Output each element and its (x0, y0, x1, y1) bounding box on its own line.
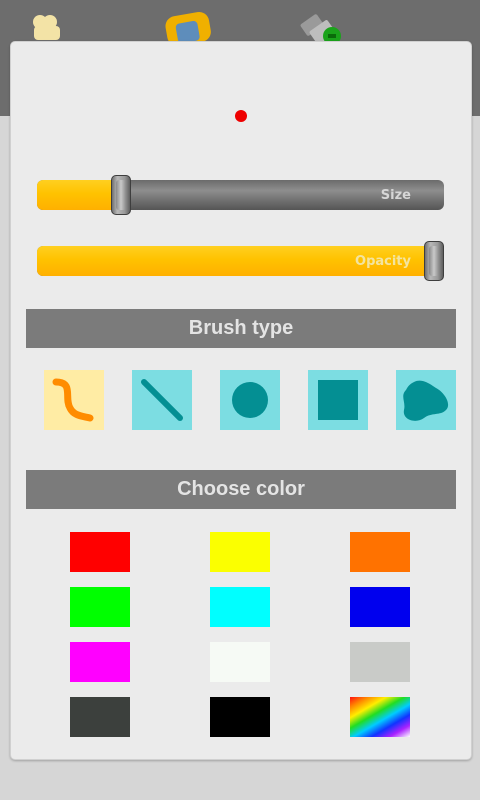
color-swatch-red[interactable] (70, 532, 130, 572)
opacity-slider-thumb[interactable] (424, 241, 444, 281)
color-swatch-white[interactable] (210, 642, 270, 682)
color-swatch-rainbow[interactable] (350, 697, 410, 737)
color-swatch-black[interactable] (210, 697, 270, 737)
brush-type-header: Brush type (26, 309, 456, 348)
size-slider-fill (37, 180, 121, 210)
brush-circle[interactable] (220, 370, 280, 430)
brush-square[interactable] (308, 370, 368, 430)
color-swatch-magenta[interactable] (70, 642, 130, 682)
size-slider-thumb[interactable] (110, 175, 131, 215)
size-slider-label: Size (380, 188, 411, 203)
brush-freehand[interactable] (44, 370, 104, 430)
brush-preview (235, 110, 247, 122)
blob-brush-icon (403, 380, 449, 421)
color-swatch-green[interactable] (70, 587, 130, 627)
opacity-slider-label: Opacity (355, 254, 411, 269)
color-swatch-yellow[interactable] (210, 532, 270, 572)
color-swatch-cyan[interactable] (210, 587, 270, 627)
color-swatch-light-gray[interactable] (350, 642, 410, 682)
freehand-brush-icon (52, 378, 94, 422)
color-swatch-orange[interactable] (350, 532, 410, 572)
circle-brush-icon (232, 382, 268, 418)
brush-settings-dialog: Size Opacity Brush type Choose color (10, 41, 472, 760)
size-slider[interactable]: Size (37, 180, 444, 210)
color-swatch-dark-gray[interactable] (70, 697, 130, 737)
color-swatch-blue[interactable] (350, 587, 410, 627)
square-brush-icon (318, 380, 358, 420)
opacity-slider[interactable]: Opacity (37, 246, 444, 276)
brush-blob[interactable] (396, 370, 456, 430)
brush-line[interactable] (132, 370, 192, 430)
choose-color-header: Choose color (26, 470, 456, 509)
line-brush-icon (141, 379, 183, 421)
